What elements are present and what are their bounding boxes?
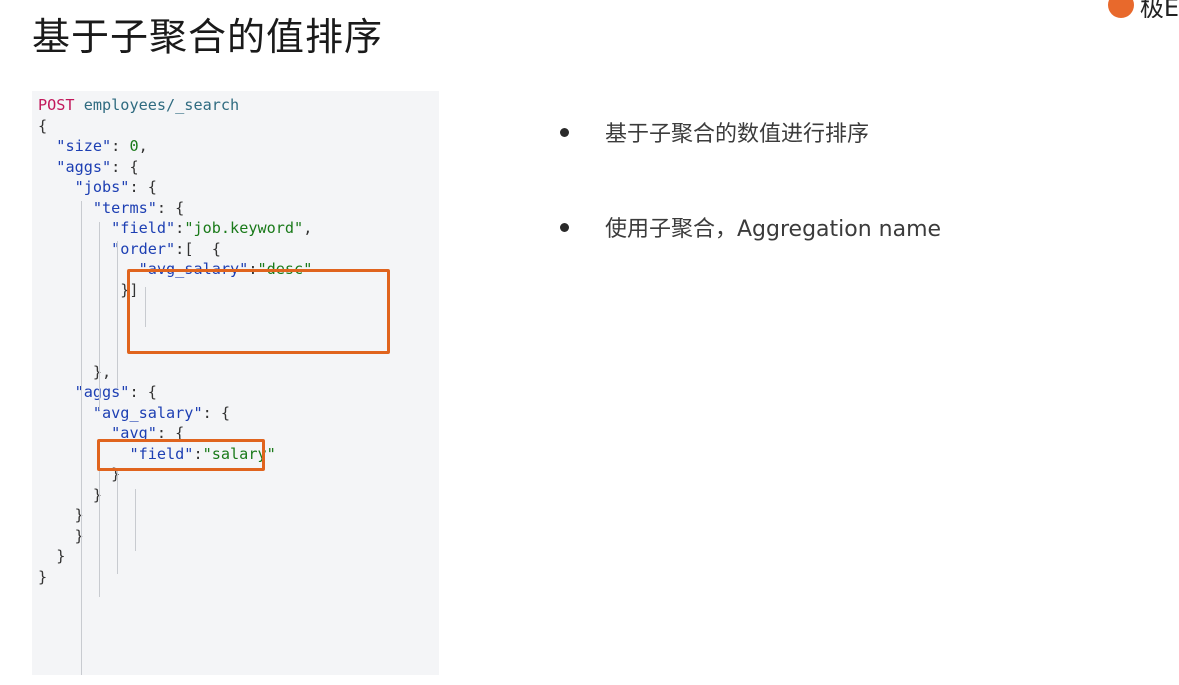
bullet-dot-icon [560,222,569,232]
code-line: }, [32,362,439,383]
bullet-text: 使用子聚合，Aggregation name [605,217,942,242]
code-token: "order" [111,239,176,258]
code-line: "size": 0, [32,136,439,157]
code-token: : { [129,178,157,196]
code-line: } [32,567,439,588]
code-token: } [38,485,103,504]
code-token: : [175,219,185,237]
indent-guide [117,468,118,574]
code-token: } [38,526,84,545]
code-token: : { [129,383,157,401]
code-line: } [32,546,439,567]
bullet-item: 使用子聚合，Aggregation name [560,211,941,243]
order-highlight-box [127,269,390,354]
code-line: "terms": { [32,198,439,219]
code-token: , [303,219,313,237]
code-token: : { [111,157,139,176]
code-token: "avg_salary" [92,403,203,422]
indent-guide [81,201,82,675]
code-line: "order":[ { [32,239,439,260]
code-token: : { [156,198,185,217]
code-token: { [38,116,48,135]
code-token: } [38,506,84,524]
code-token: employees/_search [74,96,240,114]
code-token: "aggs" [56,157,112,176]
logo-text: 极E [1139,0,1179,18]
code-line: } [32,505,439,526]
bullet-dot-icon [560,127,569,137]
bullet-item: 基于子聚合的数值进行排序 [560,116,869,148]
code-line: "avg_salary": { [32,403,439,424]
code-token: "jobs" [74,178,130,196]
indent-guide [117,241,118,388]
code-token: : { [202,403,231,422]
indent-guide [135,489,136,551]
code-line: "field":"job.keyword", [32,218,439,239]
code-token: "field" [111,219,176,237]
slide-title: 基于子聚合的值排序 [32,15,384,59]
code-line: "jobs": { [32,177,439,198]
indent-guide [99,222,100,410]
code-line: "aggs": { [32,382,439,403]
bullet-text: 基于子聚合的数值进行排序 [605,122,870,147]
logo-mark-icon [1107,0,1134,18]
code-line: } [32,485,439,506]
code-token: }, [38,362,112,381]
code-panel: POST employees/_search{ "size": 0, "aggs… [32,91,439,675]
code-token: } [38,567,48,586]
avg-salary-highlight-box [97,439,265,471]
code-line: } [32,526,439,547]
code-token: POST [38,96,75,114]
code-token: , [138,137,148,155]
code-token: }] [38,280,139,299]
code-token: "aggs" [74,383,130,401]
code-token: "terms" [92,198,157,217]
slide: 基于子聚合的值排序 极E POST employees/_search{ "si… [0,0,1179,685]
code-token: "job.keyword" [184,219,304,237]
code-token: : [111,137,130,155]
code-token: "size" [56,137,112,155]
code-line: POST employees/_search [32,95,439,116]
code-token: } [38,547,66,565]
code-line: { [32,116,439,137]
code-line: "aggs": { [32,157,439,178]
logo: 极E [1107,0,1179,18]
code-token: 0 [129,137,139,155]
code-token: :[ { [175,239,221,258]
